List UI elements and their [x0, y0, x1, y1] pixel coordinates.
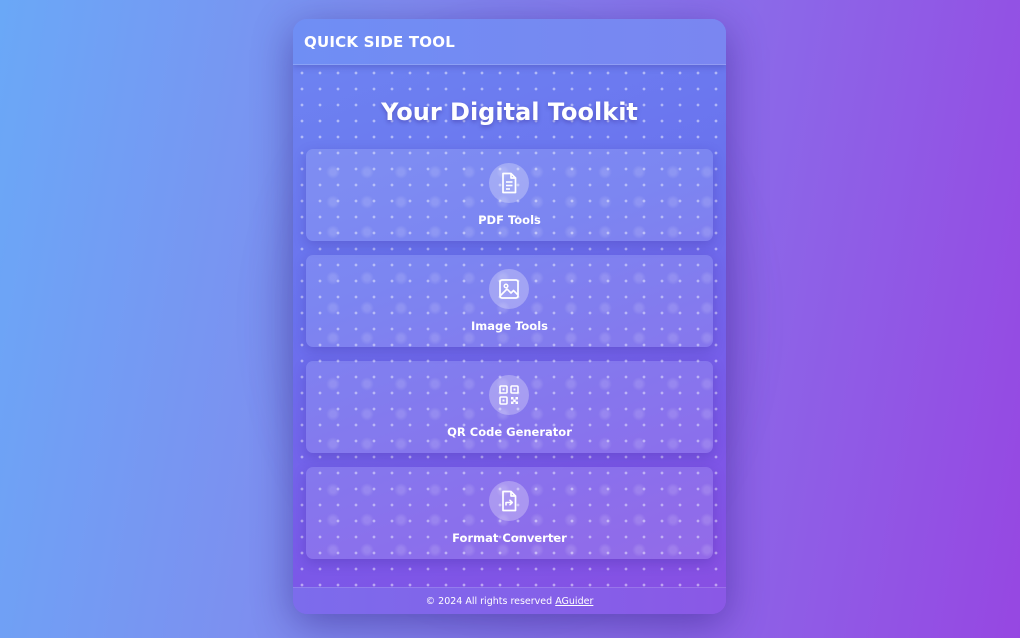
panel-footer: © 2024 All rights reserved AGuider — [293, 587, 726, 614]
document-icon — [489, 163, 529, 203]
tool-card-qr-code-generator[interactable]: QR Code Generator — [306, 361, 713, 453]
file-convert-icon — [489, 481, 529, 521]
tool-label: QR Code Generator — [447, 425, 572, 439]
footer-copyright: © 2024 All rights reserved AGuider — [293, 596, 726, 607]
tool-label: Image Tools — [471, 319, 548, 333]
aguider-link[interactable]: AGuider — [555, 596, 593, 607]
image-icon — [489, 269, 529, 309]
tool-card-image-tools[interactable]: Image Tools — [306, 255, 713, 347]
qr-code-icon — [489, 375, 529, 415]
panel-content[interactable]: Your Digital Toolkit PDF Tools Image Too… — [293, 65, 726, 587]
side-panel: QUICK SIDE TOOL Your Digital Toolkit PDF… — [293, 19, 726, 614]
panel-header: QUICK SIDE TOOL — [293, 19, 726, 65]
tool-label: Format Converter — [452, 531, 567, 545]
app-title: QUICK SIDE TOOL — [304, 33, 455, 51]
copyright-text: © 2024 All rights reserved — [425, 596, 553, 607]
tool-label: PDF Tools — [478, 213, 541, 227]
tool-card-pdf-tools[interactable]: PDF Tools — [306, 149, 713, 241]
page-title: Your Digital Toolkit — [381, 98, 638, 126]
tool-card-format-converter[interactable]: Format Converter — [306, 467, 713, 559]
